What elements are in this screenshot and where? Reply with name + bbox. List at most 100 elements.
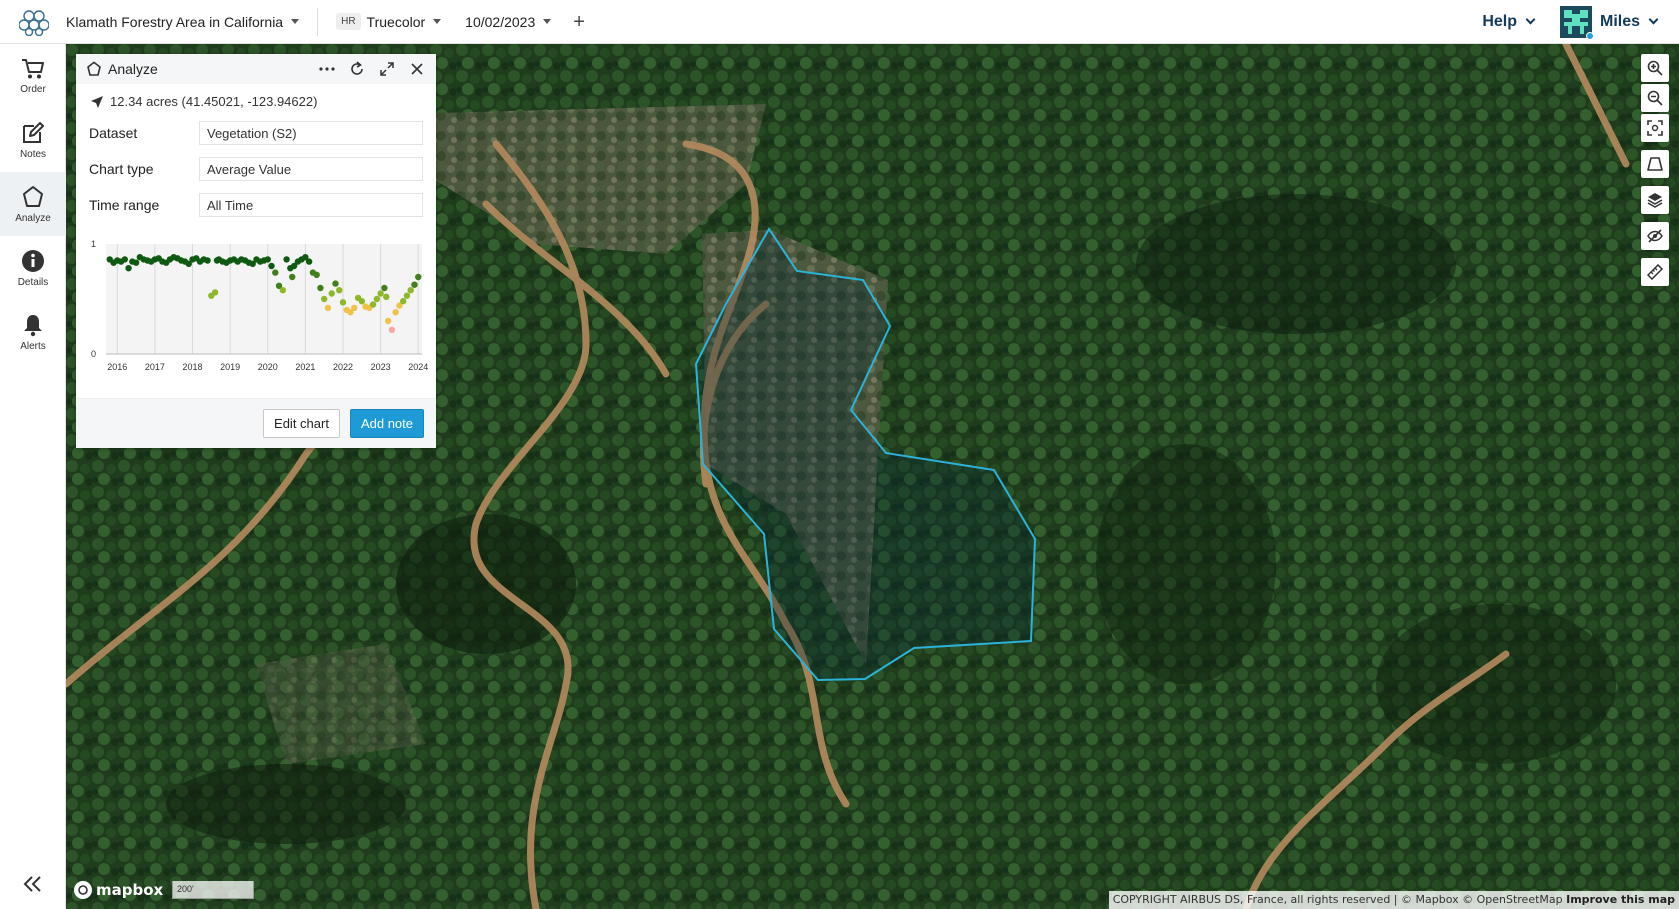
more-options-button[interactable] (318, 60, 336, 78)
data-point (377, 290, 384, 297)
data-point (272, 269, 279, 276)
data-point (211, 289, 219, 296)
user-menu[interactable]: Miles (1559, 5, 1659, 40)
sidebar-item-details[interactable]: Details (0, 236, 66, 300)
sidebar-item-label: Notes (19, 148, 47, 160)
sidebar-item-analyze[interactable]: Analyze (0, 172, 66, 236)
map-tools (1641, 54, 1669, 288)
cart-icon (22, 58, 44, 78)
zoom-out-button[interactable] (1641, 84, 1669, 112)
attribution-text: COPYRIGHT AIRBUS DS, France, all rights … (1112, 893, 1563, 906)
edit-icon (23, 121, 44, 143)
analyze-panel: Analyze 12.34 acres (41.45021, -123.9462… (76, 54, 436, 448)
draw-polygon-icon (1647, 157, 1663, 171)
bell-icon (24, 314, 42, 336)
chevron-down-icon (1648, 14, 1659, 25)
data-point (369, 301, 377, 308)
data-point (415, 273, 422, 281)
chart-type-label: Chart type (89, 161, 154, 177)
caret-down-icon (433, 19, 442, 24)
x-tick-label: 2018 (183, 362, 203, 372)
area-text: 12.34 acres (41.45021, -123.94622) (110, 94, 318, 109)
data-point (332, 280, 339, 287)
x-tick-label: 2024 (408, 362, 428, 372)
add-button[interactable]: + (573, 12, 585, 32)
data-point (351, 304, 358, 311)
data-point (283, 256, 290, 263)
x-tick-label: 2017 (145, 362, 165, 372)
expand-icon (380, 62, 394, 76)
caret-down-icon (291, 19, 300, 24)
improve-map-link[interactable]: Improve this map (1566, 893, 1675, 906)
layer-name: Truecolor (366, 13, 426, 30)
layer-selector[interactable]: HR Truecolor (336, 13, 442, 30)
zoom-in-button[interactable] (1641, 54, 1669, 82)
hide-icon (1647, 229, 1663, 243)
edit-chart-button[interactable]: Edit chart (263, 409, 340, 438)
app-logo-icon[interactable] (14, 2, 54, 42)
location-arrow-icon (91, 95, 103, 108)
layers-button[interactable] (1641, 186, 1669, 214)
close-button[interactable] (408, 60, 426, 78)
data-point (339, 299, 347, 306)
refresh-button[interactable] (348, 60, 366, 78)
dataset-label: Dataset (89, 125, 138, 141)
x-tick-label: 2016 (107, 362, 127, 372)
time-range-select[interactable]: All Time (199, 193, 423, 217)
data-point (264, 256, 271, 263)
vegetation-chart: 2016 2017 2018 2019 2020 2021 2022 2023 2024 0 1 (82, 234, 432, 384)
collapse-sidebar-button[interactable] (20, 871, 46, 897)
x-tick-label: 2021 (295, 362, 315, 372)
hide-layer-button[interactable] (1641, 222, 1669, 250)
fit-bounds-button[interactable] (1641, 114, 1669, 142)
y-tick-label: 0 (91, 349, 96, 359)
double-chevron-left-icon (23, 876, 41, 892)
data-point (317, 284, 324, 292)
chevron-down-icon (1525, 14, 1536, 25)
date-selector[interactable]: 10/02/2023 (465, 14, 552, 30)
data-point (383, 293, 390, 300)
zoom-out-icon (1647, 90, 1663, 106)
data-point (403, 292, 411, 299)
help-menu[interactable]: Help (1482, 13, 1536, 31)
data-point (388, 326, 396, 333)
pentagon-icon (87, 61, 101, 76)
status-dot (1585, 31, 1594, 40)
expand-button[interactable] (378, 60, 396, 78)
data-point (313, 271, 320, 278)
chart-type-select[interactable]: Average Value (199, 157, 423, 181)
dataset-select[interactable]: Vegetation (S2) (199, 121, 423, 145)
draw-polygon-button[interactable] (1641, 150, 1669, 178)
x-tick-label: 2019 (220, 362, 240, 372)
sidebar-item-notes[interactable]: Notes (0, 108, 66, 172)
dataset-row: Dataset Vegetation (S2) (76, 121, 436, 145)
sidebar-item-order[interactable]: Order (0, 44, 66, 108)
caret-down-icon (543, 19, 552, 24)
pentagon-icon (23, 185, 43, 207)
panel-footer: Edit chart Add note (76, 398, 436, 448)
sidebar-item-alerts[interactable]: Alerts (0, 300, 66, 364)
sidebar-item-label: Details (17, 276, 49, 288)
sidebar-item-label: Alerts (20, 340, 46, 352)
area-info: 12.34 acres (41.45021, -123.94622) (90, 94, 436, 109)
measure-button[interactable] (1641, 258, 1669, 286)
x-tick-label: 2023 (371, 362, 391, 372)
data-point (289, 273, 296, 281)
x-tick-label: 2020 (258, 362, 278, 372)
fit-bounds-icon (1647, 120, 1663, 136)
mapbox-icon (74, 881, 92, 899)
ruler-icon (1647, 264, 1663, 280)
hr-badge: HR (336, 13, 361, 30)
time-range-label: Time range (89, 197, 160, 213)
refresh-icon (351, 61, 363, 75)
add-note-button[interactable]: Add note (349, 409, 424, 438)
project-selector[interactable]: Klamath Forestry Area in California (66, 13, 300, 30)
project-name: Klamath Forestry Area in California (66, 13, 284, 30)
top-bar: Klamath Forestry Area in California HR T… (0, 0, 1679, 44)
mapbox-logo[interactable]: mapbox (74, 881, 163, 899)
info-icon (22, 249, 44, 272)
panel-title: Analyze (108, 61, 158, 77)
user-name: Miles (1599, 12, 1640, 30)
sidebar-item-label: Analyze (15, 212, 51, 224)
data-point (328, 290, 335, 297)
